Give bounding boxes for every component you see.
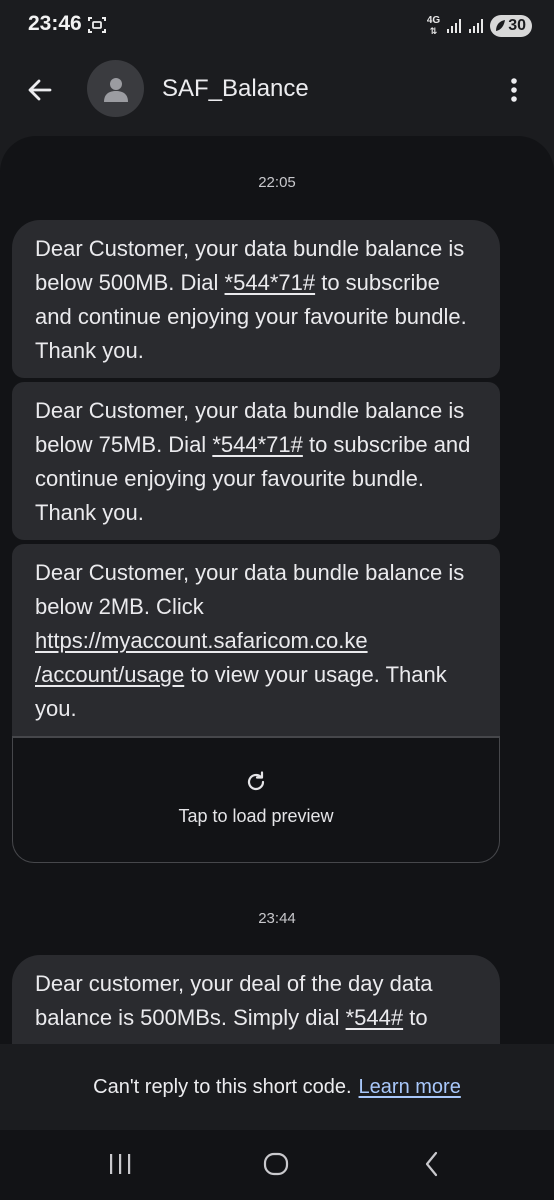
person-icon — [103, 77, 128, 102]
url-link[interactable]: https://myaccount.safaricom.co.ke — [35, 628, 368, 653]
ussd-code-link[interactable]: *544*71# — [212, 432, 303, 457]
ussd-code-link[interactable]: *544*71# — [225, 270, 316, 295]
back-icon — [425, 1151, 438, 1177]
arrow-left-icon — [28, 79, 52, 101]
message-timestamp: 23:44 — [258, 910, 296, 927]
signal-strength-icon — [447, 19, 462, 33]
load-preview-label: Tap to load preview — [178, 806, 334, 826]
recents-icon — [110, 1154, 131, 1174]
network-type-icon: 4G ⇅ — [426, 15, 441, 37]
back-button[interactable] — [22, 72, 58, 108]
message-timestamp: 22:05 — [258, 174, 296, 191]
link-preview-card[interactable]: Tap to load preview — [12, 736, 500, 863]
recents-button[interactable] — [100, 1148, 140, 1180]
battery-indicator: 30 — [490, 15, 532, 37]
battery-level: 30 — [508, 17, 526, 34]
signal-strength-icon-2 — [469, 19, 484, 33]
url-link-continued[interactable]: /account/usage — [35, 662, 184, 687]
refresh-icon — [247, 771, 265, 791]
status-icons: 4G ⇅ 30 — [427, 14, 532, 38]
screenshot-icon — [88, 17, 106, 33]
conversation-pane[interactable]: 22:05 Dear Customer, your data bundle ba… — [0, 136, 554, 1044]
nav-back-button[interactable] — [412, 1148, 452, 1180]
app-bar: SAF_Balance — [0, 52, 554, 136]
message-bubble[interactable]: Dear Customer, your data bundle balance … — [12, 220, 500, 378]
battery-leaf-icon — [496, 20, 506, 31]
home-button[interactable] — [256, 1148, 296, 1180]
status-time: 23:46 — [28, 12, 82, 35]
status-bar: 23:46 4G ⇅ 30 — [0, 0, 554, 52]
reply-disabled-footer: Can't reply to this short code. Learn mo… — [0, 1044, 554, 1130]
message-bubble[interactable]: Dear customer, your deal of the day data… — [12, 955, 500, 1044]
message-text: Dear Customer, your data bundle balance … — [35, 560, 465, 619]
more-options-button[interactable] — [498, 74, 530, 106]
message-text: to — [403, 1005, 428, 1030]
system-nav-bar — [0, 1130, 554, 1200]
avatar[interactable] — [87, 60, 144, 117]
home-icon — [263, 1152, 289, 1176]
reply-disabled-notice: Can't reply to this short code. — [93, 1075, 352, 1098]
contact-name[interactable]: SAF_Balance — [162, 75, 309, 103]
message-bubble[interactable]: Dear Customer, your data bundle balance … — [12, 544, 500, 736]
learn-more-link[interactable]: Learn more — [359, 1076, 461, 1099]
ussd-code-link[interactable]: *544# — [346, 1005, 404, 1030]
more-vert-icon — [511, 78, 517, 102]
message-bubble[interactable]: Dear Customer, your data bundle balance … — [12, 382, 500, 540]
